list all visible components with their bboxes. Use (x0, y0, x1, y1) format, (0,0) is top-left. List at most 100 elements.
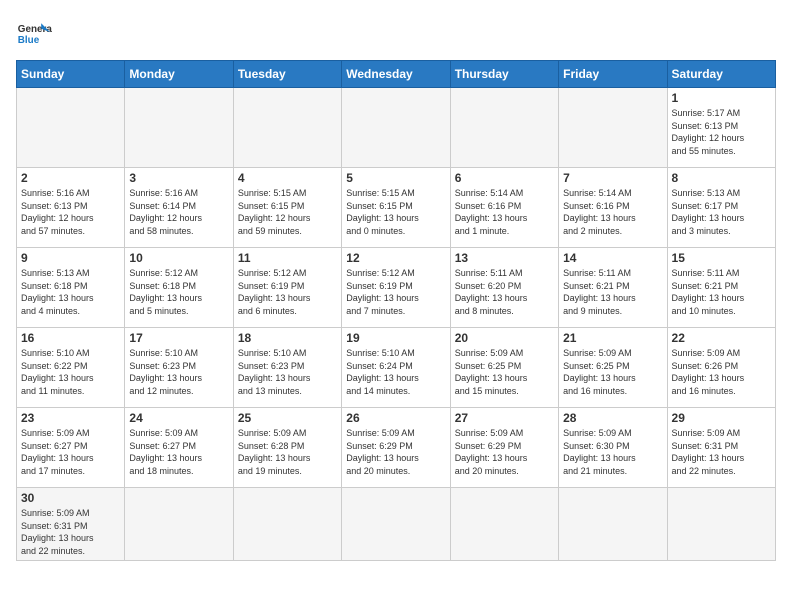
cell-info: Sunrise: 5:09 AM Sunset: 6:27 PM Dayligh… (129, 427, 228, 477)
calendar-cell: 4 Sunrise: 5:15 AM Sunset: 6:15 PM Daylig… (233, 168, 341, 248)
calendar-cell: 26 Sunrise: 5:09 AM Sunset: 6:29 PM Dayli… (342, 408, 450, 488)
day-of-week-header: Saturday (667, 61, 775, 88)
day-of-week-header: Monday (125, 61, 233, 88)
cell-info: Sunrise: 5:09 AM Sunset: 6:26 PM Dayligh… (672, 347, 771, 397)
day-number: 9 (21, 251, 120, 265)
calendar-cell (450, 88, 558, 168)
day-number: 6 (455, 171, 554, 185)
cell-info: Sunrise: 5:09 AM Sunset: 6:25 PM Dayligh… (455, 347, 554, 397)
day-number: 22 (672, 331, 771, 345)
calendar-cell (667, 488, 775, 561)
calendar-week-row: 1 Sunrise: 5:17 AM Sunset: 6:13 PM Daylig… (17, 88, 776, 168)
cell-info: Sunrise: 5:10 AM Sunset: 6:23 PM Dayligh… (129, 347, 228, 397)
cell-info: Sunrise: 5:16 AM Sunset: 6:13 PM Dayligh… (21, 187, 120, 237)
day-number: 10 (129, 251, 228, 265)
logo-icon: General Blue (16, 16, 52, 52)
cell-info: Sunrise: 5:14 AM Sunset: 6:16 PM Dayligh… (563, 187, 662, 237)
day-number: 27 (455, 411, 554, 425)
calendar-cell: 20 Sunrise: 5:09 AM Sunset: 6:25 PM Dayli… (450, 328, 558, 408)
day-number: 2 (21, 171, 120, 185)
calendar-cell: 24 Sunrise: 5:09 AM Sunset: 6:27 PM Dayli… (125, 408, 233, 488)
cell-info: Sunrise: 5:15 AM Sunset: 6:15 PM Dayligh… (238, 187, 337, 237)
calendar-cell: 29Sunrise: 5:09 AM Sunset: 6:31 PM Dayli… (667, 408, 775, 488)
day-of-week-header: Wednesday (342, 61, 450, 88)
day-number: 28 (563, 411, 662, 425)
page-header: General Blue (16, 16, 776, 52)
cell-info: Sunrise: 5:09 AM Sunset: 6:25 PM Dayligh… (563, 347, 662, 397)
day-of-week-header: Sunday (17, 61, 125, 88)
day-number: 20 (455, 331, 554, 345)
day-number: 19 (346, 331, 445, 345)
cell-info: Sunrise: 5:09 AM Sunset: 6:27 PM Dayligh… (21, 427, 120, 477)
calendar-cell: 13Sunrise: 5:11 AM Sunset: 6:20 PM Dayli… (450, 248, 558, 328)
calendar-cell: 21 Sunrise: 5:09 AM Sunset: 6:25 PM Dayli… (559, 328, 667, 408)
svg-text:Blue: Blue (18, 35, 40, 46)
cell-info: Sunrise: 5:09 AM Sunset: 6:28 PM Dayligh… (238, 427, 337, 477)
cell-info: Sunrise: 5:09 AM Sunset: 6:29 PM Dayligh… (346, 427, 445, 477)
cell-info: Sunrise: 5:14 AM Sunset: 6:16 PM Dayligh… (455, 187, 554, 237)
calendar-cell (233, 88, 341, 168)
cell-info: Sunrise: 5:13 AM Sunset: 6:18 PM Dayligh… (21, 267, 120, 317)
day-number: 15 (672, 251, 771, 265)
day-number: 8 (672, 171, 771, 185)
day-number: 4 (238, 171, 337, 185)
calendar-cell: 10Sunrise: 5:12 AM Sunset: 6:18 PM Dayli… (125, 248, 233, 328)
calendar-cell: 30 Sunrise: 5:09 AM Sunset: 6:31 PM Dayli… (17, 488, 125, 561)
calendar-cell (559, 488, 667, 561)
calendar-cell: 14Sunrise: 5:11 AM Sunset: 6:21 PM Dayli… (559, 248, 667, 328)
calendar-cell: 5 Sunrise: 5:15 AM Sunset: 6:15 PM Daylig… (342, 168, 450, 248)
day-number: 11 (238, 251, 337, 265)
cell-info: Sunrise: 5:11 AM Sunset: 6:21 PM Dayligh… (672, 267, 771, 317)
cell-info: Sunrise: 5:09 AM Sunset: 6:31 PM Dayligh… (21, 507, 120, 557)
calendar-cell: 18Sunrise: 5:10 AM Sunset: 6:23 PM Dayli… (233, 328, 341, 408)
day-number: 16 (21, 331, 120, 345)
day-of-week-header: Friday (559, 61, 667, 88)
calendar-cell (125, 488, 233, 561)
calendar-week-row: 9 Sunrise: 5:13 AM Sunset: 6:18 PM Daylig… (17, 248, 776, 328)
cell-info: Sunrise: 5:10 AM Sunset: 6:24 PM Dayligh… (346, 347, 445, 397)
cell-info: Sunrise: 5:17 AM Sunset: 6:13 PM Dayligh… (672, 107, 771, 157)
day-number: 23 (21, 411, 120, 425)
day-number: 1 (672, 91, 771, 105)
calendar-week-row: 30 Sunrise: 5:09 AM Sunset: 6:31 PM Dayli… (17, 488, 776, 561)
calendar-cell: 22 Sunrise: 5:09 AM Sunset: 6:26 PM Dayli… (667, 328, 775, 408)
cell-info: Sunrise: 5:10 AM Sunset: 6:22 PM Dayligh… (21, 347, 120, 397)
day-number: 5 (346, 171, 445, 185)
cell-info: Sunrise: 5:09 AM Sunset: 6:29 PM Dayligh… (455, 427, 554, 477)
calendar-cell: 2 Sunrise: 5:16 AM Sunset: 6:13 PM Daylig… (17, 168, 125, 248)
calendar-cell (17, 88, 125, 168)
calendar-cell: 19 Sunrise: 5:10 AM Sunset: 6:24 PM Dayli… (342, 328, 450, 408)
day-number: 30 (21, 491, 120, 505)
calendar-cell: 17 Sunrise: 5:10 AM Sunset: 6:23 PM Dayli… (125, 328, 233, 408)
calendar-cell: 15 Sunrise: 5:11 AM Sunset: 6:21 PM Dayli… (667, 248, 775, 328)
day-number: 7 (563, 171, 662, 185)
calendar-cell: 7 Sunrise: 5:14 AM Sunset: 6:16 PM Daylig… (559, 168, 667, 248)
day-number: 17 (129, 331, 228, 345)
cell-info: Sunrise: 5:16 AM Sunset: 6:14 PM Dayligh… (129, 187, 228, 237)
day-number: 18 (238, 331, 337, 345)
day-number: 3 (129, 171, 228, 185)
day-number: 26 (346, 411, 445, 425)
cell-info: Sunrise: 5:12 AM Sunset: 6:19 PM Dayligh… (238, 267, 337, 317)
cell-info: Sunrise: 5:09 AM Sunset: 6:30 PM Dayligh… (563, 427, 662, 477)
day-number: 24 (129, 411, 228, 425)
cell-info: Sunrise: 5:15 AM Sunset: 6:15 PM Dayligh… (346, 187, 445, 237)
cell-info: Sunrise: 5:11 AM Sunset: 6:20 PM Dayligh… (455, 267, 554, 317)
calendar-cell (450, 488, 558, 561)
calendar-cell: 16 Sunrise: 5:10 AM Sunset: 6:22 PM Dayli… (17, 328, 125, 408)
calendar-week-row: 2 Sunrise: 5:16 AM Sunset: 6:13 PM Daylig… (17, 168, 776, 248)
day-number: 29 (672, 411, 771, 425)
calendar-cell: 28 Sunrise: 5:09 AM Sunset: 6:30 PM Dayli… (559, 408, 667, 488)
calendar-cell (233, 488, 341, 561)
calendar-cell: 25Sunrise: 5:09 AM Sunset: 6:28 PM Dayli… (233, 408, 341, 488)
calendar-week-row: 23 Sunrise: 5:09 AM Sunset: 6:27 PM Dayli… (17, 408, 776, 488)
cell-info: Sunrise: 5:12 AM Sunset: 6:19 PM Dayligh… (346, 267, 445, 317)
day-of-week-header: Thursday (450, 61, 558, 88)
calendar-cell: 27 Sunrise: 5:09 AM Sunset: 6:29 PM Dayli… (450, 408, 558, 488)
cell-info: Sunrise: 5:13 AM Sunset: 6:17 PM Dayligh… (672, 187, 771, 237)
calendar-cell: 1 Sunrise: 5:17 AM Sunset: 6:13 PM Daylig… (667, 88, 775, 168)
calendar-cell: 6 Sunrise: 5:14 AM Sunset: 6:16 PM Daylig… (450, 168, 558, 248)
calendar-week-row: 16 Sunrise: 5:10 AM Sunset: 6:22 PM Dayli… (17, 328, 776, 408)
calendar-header-row: SundayMondayTuesdayWednesdayThursdayFrid… (17, 61, 776, 88)
day-number: 21 (563, 331, 662, 345)
